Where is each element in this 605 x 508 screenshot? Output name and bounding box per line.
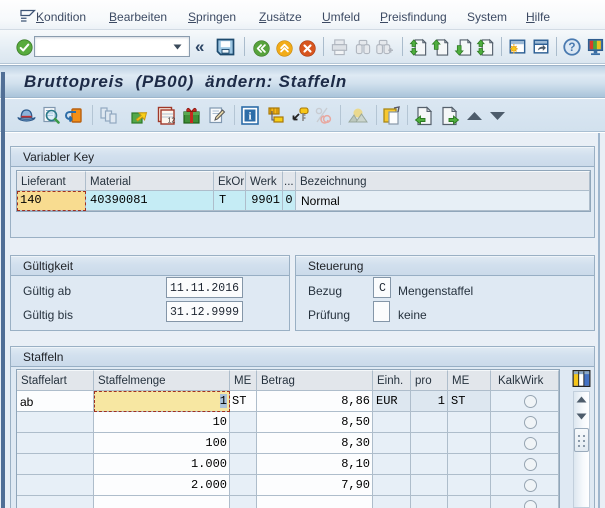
svg-text:12: 12 — [168, 118, 176, 125]
svg-text:i: i — [248, 111, 251, 123]
svg-text:?: ? — [568, 41, 575, 54]
